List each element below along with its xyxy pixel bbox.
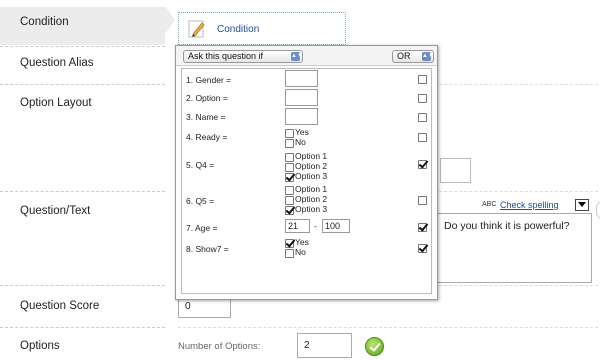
q4-option1-checkbox[interactable]: [285, 153, 294, 162]
option-label: Option 1: [295, 184, 328, 194]
spellcheck-dropdown-button[interactable]: [575, 199, 589, 211]
question-textarea[interactable]: Do you think it is powerful?: [437, 213, 592, 283]
condition-row-label: 6. Q5 =: [186, 196, 215, 206]
confirm-check-icon[interactable]: [365, 337, 384, 356]
option-label: Option 3: [295, 204, 328, 214]
gender-input[interactable]: [285, 70, 318, 87]
condition-row-label: 7. Age =: [186, 223, 218, 233]
select-arrow-icon: ▲▼: [422, 52, 434, 61]
age-from-input[interactable]: 21: [285, 219, 310, 233]
properties-panel: Condition Question Alias Option Layout Q…: [0, 0, 175, 360]
separator: [0, 46, 165, 47]
condition-row-checkbox[interactable]: [418, 133, 427, 142]
number-of-options-label: Number of Options:: [178, 341, 261, 352]
option-label: Yes: [295, 127, 309, 137]
separator: [0, 327, 165, 328]
label-question-score: Question Score: [20, 300, 100, 312]
q4-option2-checkbox[interactable]: [285, 163, 294, 172]
condition-row-checkbox[interactable]: [418, 160, 427, 169]
logic-select-value: OR: [397, 51, 411, 61]
condition-row-checkbox[interactable]: [418, 196, 427, 205]
logic-select[interactable]: OR ▲▼: [392, 50, 434, 63]
option-label: No: [295, 247, 306, 257]
condition-row-label: 8. Show7 =: [186, 244, 229, 254]
option-label: Option 2: [295, 194, 328, 204]
separator: [0, 285, 165, 286]
age-to-input[interactable]: 100: [322, 219, 350, 233]
show7-no-checkbox[interactable]: [285, 249, 294, 258]
condition-row-checkbox[interactable]: [418, 94, 427, 103]
show7-yes-checkbox[interactable]: [285, 239, 294, 248]
select-arrow-icon: ▲▼: [291, 52, 303, 61]
popup-header: Ask this question if ▲▼ OR ▲▼: [176, 46, 437, 66]
side-handle[interactable]: [596, 200, 600, 220]
condition-row-checkbox[interactable]: [418, 244, 427, 253]
condition-button[interactable]: Condition: [178, 12, 346, 45]
spellcheck-icon: ABC: [482, 201, 497, 208]
q5-option1-checkbox[interactable]: [285, 186, 294, 195]
condition-row-label: 5. Q4 =: [186, 160, 215, 170]
label-question-text: Question/Text: [20, 205, 91, 217]
option-label: Option 3: [295, 171, 328, 181]
condition-row-label: 1. Gender =: [186, 75, 232, 85]
q5-option3-checkbox[interactable]: [285, 206, 294, 215]
label-question-alias: Question Alias: [20, 57, 94, 69]
option-label: No: [295, 137, 306, 147]
condition-row-label: 3. Name =: [186, 112, 226, 122]
condition-row-checkbox[interactable]: [418, 113, 427, 122]
condition-row-checkbox[interactable]: [418, 75, 427, 84]
condition-list: 1. Gender = 2. Option = 3. Name = 4. Rea…: [181, 68, 432, 294]
q5-option2-checkbox[interactable]: [285, 196, 294, 205]
condition-mode-value: Ask this question if: [188, 51, 264, 61]
condition-popup: Ask this question if ▲▼ OR ▲▼ 1. Gender …: [175, 45, 438, 300]
active-indicator: [165, 6, 175, 34]
option-layout-field[interactable]: [440, 158, 471, 183]
option-input[interactable]: [285, 89, 318, 106]
separator: [178, 327, 598, 328]
option-label: Yes: [295, 237, 309, 247]
check-spelling-link[interactable]: Check spelling: [500, 200, 559, 210]
label-option-layout: Option Layout: [20, 97, 92, 109]
separator: [0, 191, 165, 192]
range-separator: -: [314, 221, 317, 231]
ready-no-checkbox[interactable]: [285, 139, 294, 148]
option-label: Option 2: [295, 161, 328, 171]
label-condition[interactable]: Condition: [0, 7, 165, 45]
number-of-options-input[interactable]: 2: [297, 333, 352, 358]
label-options: Options: [20, 340, 60, 352]
label-condition-text: Condition: [20, 16, 69, 28]
condition-row-label: 2. Option =: [186, 93, 228, 103]
pencil-icon: [188, 20, 205, 38]
separator: [0, 84, 165, 85]
condition-button-label: Condition: [217, 24, 260, 35]
question-textarea-value: Do you think it is powerful?: [444, 220, 570, 232]
condition-row-checkbox[interactable]: [418, 223, 427, 232]
name-input[interactable]: [285, 108, 318, 125]
condition-row-label: 4. Ready =: [186, 132, 228, 142]
option-label: Option 1: [295, 151, 328, 161]
q4-option3-checkbox[interactable]: [285, 173, 294, 182]
condition-mode-select[interactable]: Ask this question if ▲▼: [183, 50, 303, 63]
ready-yes-checkbox[interactable]: [285, 129, 294, 138]
